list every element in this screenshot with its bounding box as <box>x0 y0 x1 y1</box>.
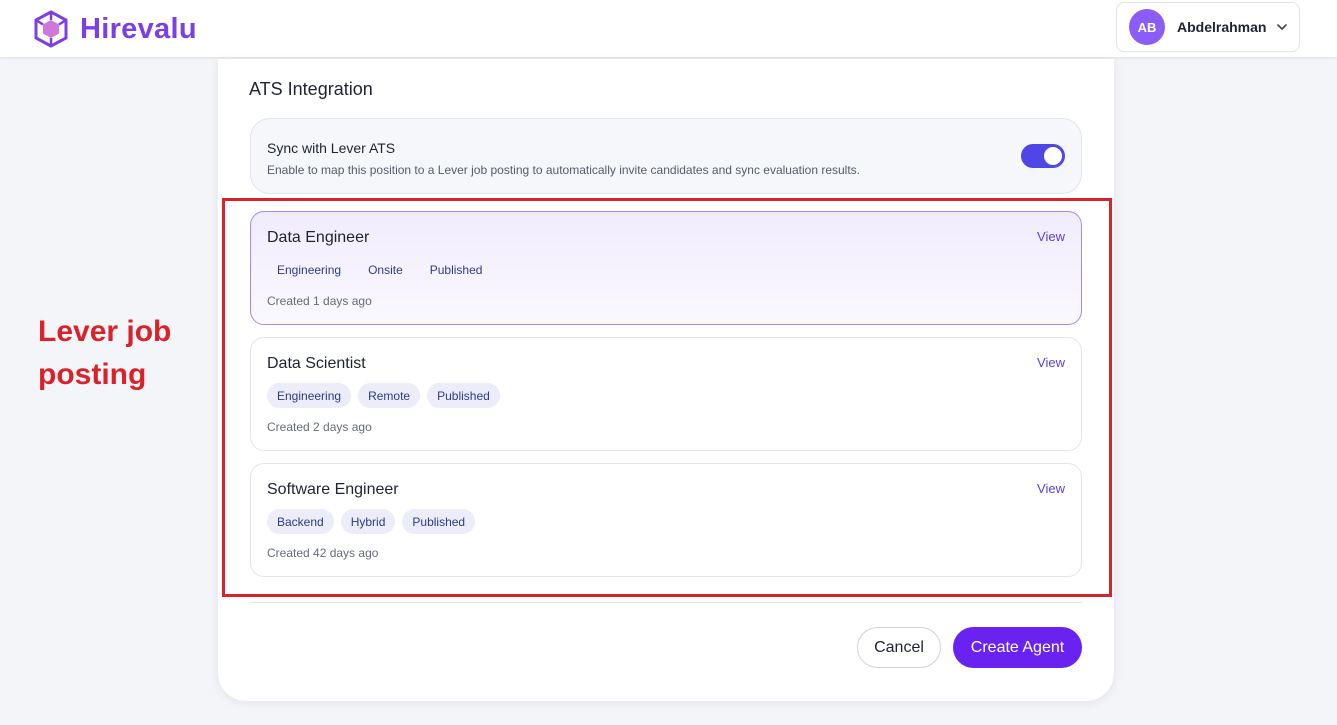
job-title: Software Engineer <box>267 481 399 498</box>
view-link[interactable]: View <box>1037 355 1065 370</box>
job-card-data-engineer[interactable]: Data Engineer View Engineering Onsite Pu… <box>250 211 1082 325</box>
sync-description: Enable to map this position to a Lever j… <box>267 163 861 177</box>
job-tag: Hybrid <box>340 509 396 534</box>
user-name: Abdelrahman <box>1177 19 1267 35</box>
job-created: Created 1 days ago <box>267 294 372 308</box>
chevron-down-icon <box>1277 24 1288 30</box>
cube-logo-icon <box>34 10 68 48</box>
agent-form-panel: ATS Integration Sync with Lever ATS Enab… <box>218 59 1114 701</box>
avatar: AB <box>1129 9 1165 45</box>
job-card-data-scientist[interactable]: Data Scientist View Engineering Remote P… <box>250 337 1082 451</box>
job-created: Created 2 days ago <box>267 420 372 434</box>
job-tag: Published <box>429 262 483 277</box>
job-tags: Engineering Remote Published <box>267 383 500 408</box>
top-bar: Hirevalu AB Abdelrahman <box>0 0 1337 58</box>
view-link[interactable]: View <box>1037 481 1065 496</box>
user-menu-button[interactable]: AB Abdelrahman <box>1116 2 1300 52</box>
job-tags: Engineering Onsite Published <box>267 257 492 282</box>
cancel-button[interactable]: Cancel <box>857 627 941 668</box>
lever-sync-card: Sync with Lever ATS Enable to map this p… <box>250 118 1082 194</box>
job-tag: Remote <box>358 383 421 408</box>
job-tag: Engineering <box>277 262 342 277</box>
job-tag: Backend <box>267 509 334 534</box>
job-card-software-engineer[interactable]: Software Engineer View Backend Hybrid Pu… <box>250 463 1082 577</box>
lever-sync-toggle[interactable] <box>1021 144 1065 168</box>
job-tag: Onsite <box>368 262 403 277</box>
section-title: ATS Integration <box>249 79 373 99</box>
brand-name: Hirevalu <box>80 12 197 45</box>
job-tags: Backend Hybrid Published <box>267 509 476 534</box>
job-tag: Published <box>402 509 476 534</box>
sync-title: Sync with Lever ATS <box>267 140 396 156</box>
job-title: Data Scientist <box>267 355 366 372</box>
job-tag: Published <box>427 383 500 408</box>
create-agent-button[interactable]: Create Agent <box>953 627 1082 668</box>
annotation-label: Lever job posting <box>38 315 172 391</box>
job-created: Created 42 days ago <box>267 546 379 560</box>
divider <box>250 602 1082 603</box>
job-tag: Engineering <box>267 383 352 408</box>
toggle-knob <box>1044 147 1062 165</box>
view-link[interactable]: View <box>1037 229 1065 244</box>
brand[interactable]: Hirevalu <box>33 9 197 49</box>
job-title: Data Engineer <box>267 229 370 246</box>
